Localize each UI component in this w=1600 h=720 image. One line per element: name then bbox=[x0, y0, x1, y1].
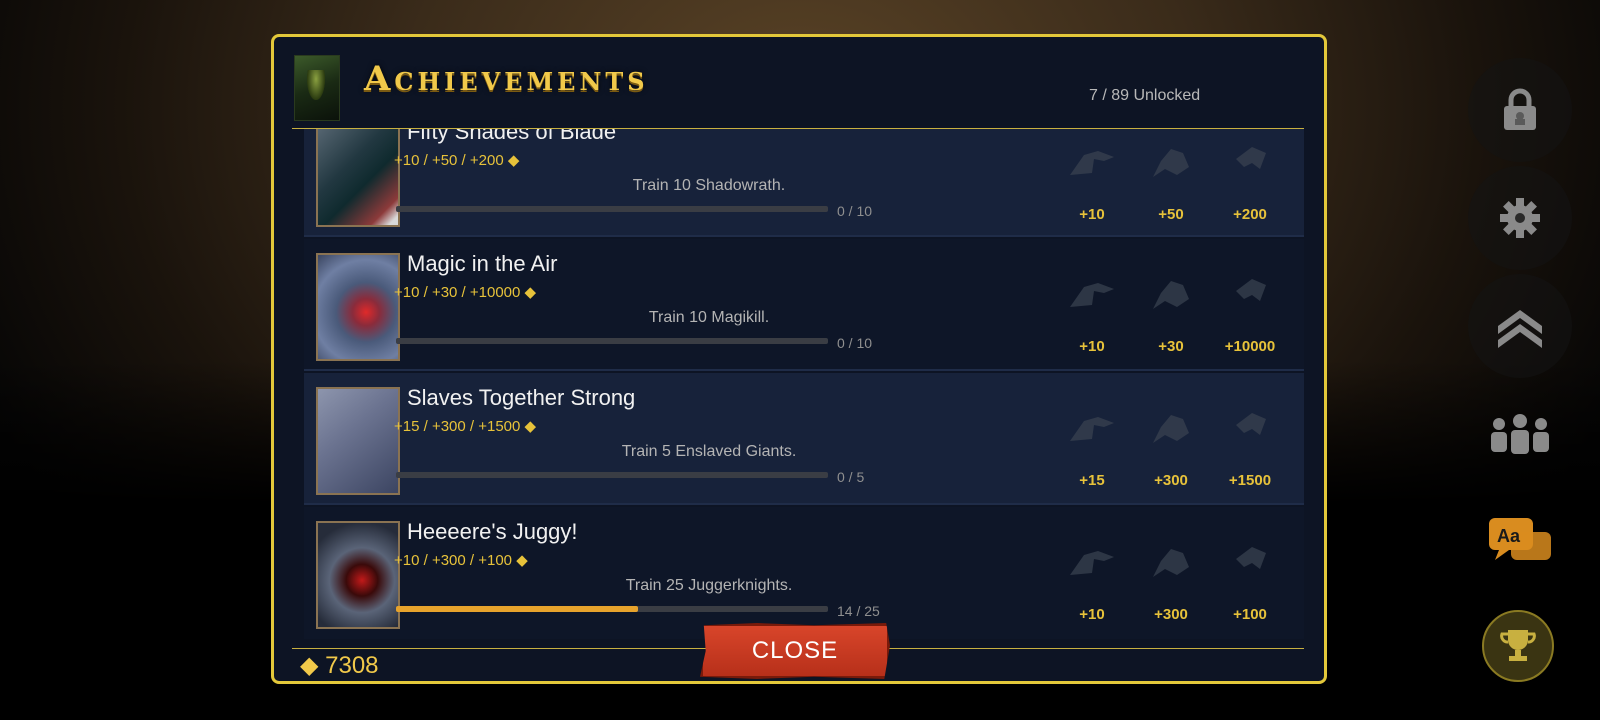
gem-icon: ◆ bbox=[524, 418, 537, 435]
tier-silver: +300 bbox=[1136, 539, 1206, 623]
tier-reward: +15 bbox=[1079, 472, 1105, 489]
unit-silhouette-icon bbox=[1153, 549, 1189, 577]
unit-silhouette-icon bbox=[1070, 551, 1114, 575]
tier-gold: +10000 bbox=[1215, 271, 1285, 355]
gem-icon: ◆ bbox=[300, 652, 319, 679]
progress-bar bbox=[396, 206, 828, 212]
tier-silver: +30 bbox=[1136, 271, 1206, 355]
unit-silhouette-icon bbox=[1153, 415, 1189, 443]
unit-portrait bbox=[316, 253, 400, 361]
tier-reward: +300 bbox=[1154, 606, 1188, 623]
achievement-row: Slaves Together Strong +15 / +300 / +150… bbox=[304, 373, 1304, 505]
tier-reward: +300 bbox=[1154, 472, 1188, 489]
unit-silhouette-icon bbox=[1153, 149, 1189, 177]
tier-reward: +50 bbox=[1158, 206, 1184, 223]
unit-silhouette-icon bbox=[1070, 283, 1114, 307]
tier-reward: +100 bbox=[1233, 606, 1267, 623]
row-divider bbox=[304, 503, 1304, 505]
progress-text: 0 / 5 bbox=[837, 469, 865, 485]
unit-portrait bbox=[316, 387, 400, 495]
tier-bronze: +15 bbox=[1057, 405, 1127, 489]
achievement-rewards: +10 / +300 / +100 ◆ bbox=[394, 552, 528, 569]
achievements-modal: Achievements 7 / 89 Unlocked Fifty Shade… bbox=[271, 34, 1327, 684]
tier-reward: +10 bbox=[1079, 206, 1105, 223]
group-icon bbox=[1491, 414, 1549, 454]
svg-text:Aa: Aa bbox=[1497, 526, 1521, 546]
modal-header: Achievements 7 / 89 Unlocked bbox=[274, 37, 1324, 129]
gem-icon: ◆ bbox=[507, 152, 520, 169]
achievement-description: Train 10 Magikill. bbox=[648, 309, 770, 326]
row-divider bbox=[304, 235, 1304, 237]
progress-bar bbox=[396, 606, 828, 612]
tier-reward: +10000 bbox=[1224, 338, 1276, 355]
unit-portrait bbox=[316, 521, 400, 629]
rank-button[interactable] bbox=[1468, 274, 1572, 378]
close-button[interactable]: CLOSE bbox=[700, 623, 890, 679]
tier-gold: +200 bbox=[1215, 139, 1285, 223]
achievement-name: Heeeere's Juggy! bbox=[407, 519, 578, 544]
achievement-name: Magic in the Air bbox=[407, 251, 558, 276]
unit-silhouette-icon bbox=[1236, 279, 1266, 301]
row-divider bbox=[304, 369, 1304, 371]
achievement-description: Train 25 Juggerknights. bbox=[625, 577, 793, 594]
modal-title: Achievements bbox=[364, 59, 649, 99]
progress-text: 14 / 25 bbox=[837, 603, 880, 619]
tier-bronze: +10 bbox=[1057, 139, 1127, 223]
trophy-icon bbox=[1500, 630, 1536, 661]
achievement-row: Magic in the Air +10 / +30 / +10000 ◆ Tr… bbox=[304, 239, 1304, 371]
progress-text: 0 / 10 bbox=[837, 335, 873, 351]
tier-silver: +50 bbox=[1136, 139, 1206, 223]
achievements-list[interactable]: Fifty Shades of Blade +10 / +50 / +200 ◆… bbox=[304, 129, 1304, 645]
tier-gold: +100 bbox=[1215, 539, 1285, 623]
gem-balance: ◆ 7308 bbox=[300, 652, 379, 679]
gem-icon: ◆ bbox=[516, 552, 528, 569]
achievement-description: Train 10 Shadowrath. bbox=[632, 177, 786, 194]
tier-bronze: +10 bbox=[1057, 271, 1127, 355]
achievement-name: Slaves Together Strong bbox=[407, 385, 636, 410]
unit-silhouette-icon bbox=[1070, 151, 1114, 175]
tier-reward: +1500 bbox=[1228, 472, 1272, 489]
gear-icon bbox=[1500, 198, 1540, 238]
tier-reward: +10 bbox=[1079, 338, 1105, 355]
unit-silhouette-icon bbox=[1153, 281, 1189, 309]
language-icon: Aa bbox=[1489, 518, 1551, 560]
achievement-rewards: +15 / +300 / +1500 ◆ bbox=[394, 418, 537, 435]
unit-portrait bbox=[316, 129, 400, 227]
achievement-name: Fifty Shades of Blade bbox=[407, 129, 617, 144]
language-button[interactable]: Aa bbox=[1468, 490, 1572, 594]
progress-bar bbox=[396, 472, 828, 478]
unit-silhouette-icon bbox=[1236, 547, 1266, 569]
clan-button[interactable] bbox=[1468, 382, 1572, 486]
settings-button[interactable] bbox=[1468, 166, 1572, 270]
achievement-rewards: +10 / +50 / +200 ◆ bbox=[394, 152, 520, 169]
unit-silhouette-icon bbox=[1236, 147, 1266, 169]
achievement-row: Heeeere's Juggy! +10 / +300 / +100 ◆ Tra… bbox=[304, 507, 1304, 639]
unlocked-count: 7 / 89 Unlocked bbox=[1089, 87, 1201, 104]
tier-reward: +10 bbox=[1079, 606, 1105, 623]
achievements-emblem-icon bbox=[294, 55, 340, 121]
lock-button[interactable] bbox=[1468, 58, 1572, 162]
achievements-button[interactable] bbox=[1482, 610, 1554, 682]
rank-chevron-icon bbox=[1498, 310, 1542, 348]
gem-icon: ◆ bbox=[524, 284, 537, 301]
tier-silver: +300 bbox=[1136, 405, 1206, 489]
tier-gold: +1500 bbox=[1215, 405, 1285, 489]
tier-reward: +30 bbox=[1158, 338, 1184, 355]
progress-text: 0 / 10 bbox=[837, 203, 873, 219]
tier-reward: +200 bbox=[1233, 206, 1267, 223]
progress-bar bbox=[396, 338, 828, 344]
progress-fill bbox=[396, 606, 638, 612]
unit-silhouette-icon bbox=[1236, 413, 1266, 435]
achievement-description: Train 5 Enslaved Giants. bbox=[621, 443, 797, 460]
achievement-rewards: +10 / +30 / +10000 ◆ bbox=[394, 284, 537, 301]
lock-icon bbox=[1504, 88, 1536, 130]
tier-bronze: +10 bbox=[1057, 539, 1127, 623]
achievement-row: Fifty Shades of Blade +10 / +50 / +200 ◆… bbox=[304, 129, 1304, 237]
unit-silhouette-icon bbox=[1070, 417, 1114, 441]
